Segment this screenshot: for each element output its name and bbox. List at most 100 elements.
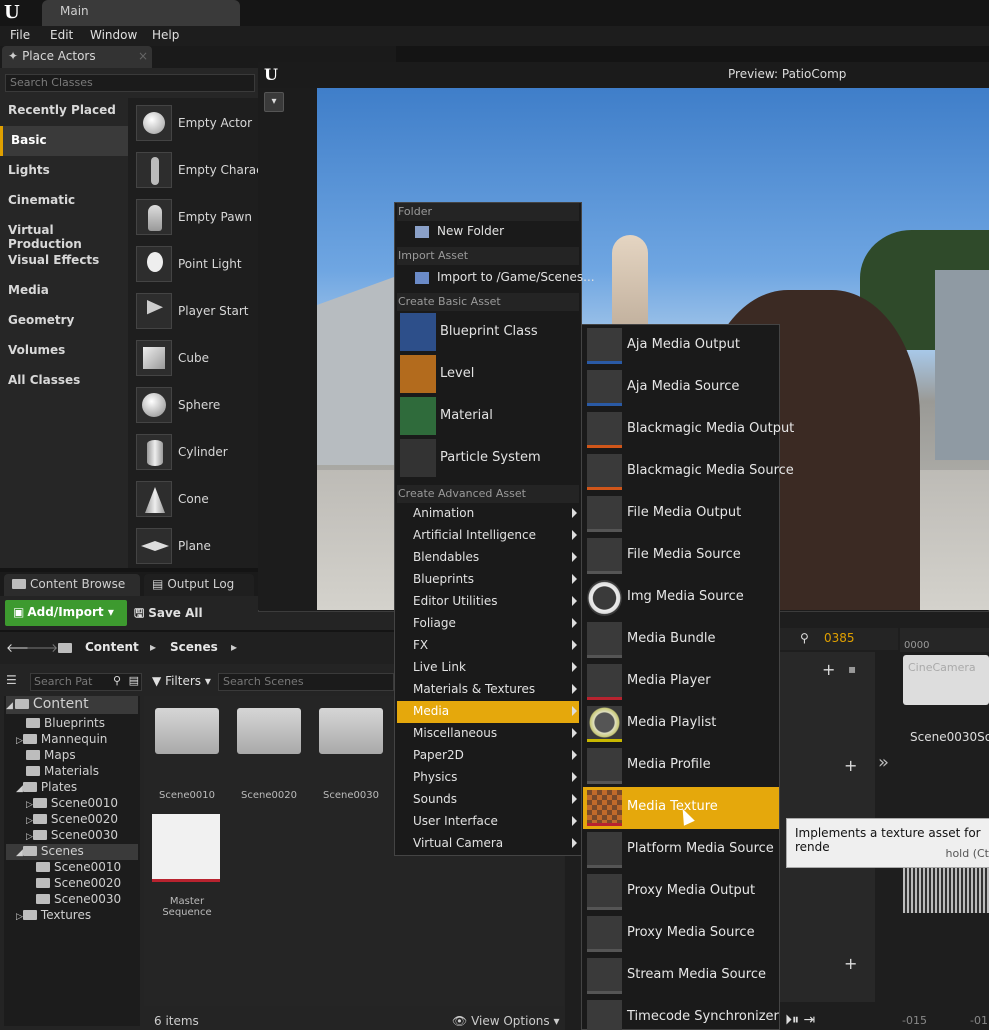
add-track-icon[interactable]: + [844,954,857,973]
actor-point-light[interactable]: Point Light [136,244,258,284]
submenu-proxy-media-output[interactable]: Proxy Media Output [583,871,779,913]
menu-materials-textures[interactable]: Materials & Textures [397,679,579,701]
camera-clip[interactable]: CineCamera [903,655,989,705]
tree-item-scenes[interactable]: ◢ Scenes [6,844,138,860]
menu-artificial-intelligence[interactable]: Artificial Intelligence [397,525,579,547]
menu-file[interactable]: File [10,28,30,42]
asset-folder[interactable]: Scene0030 [318,708,384,801]
forward-arrow-icon[interactable]: 🡒 [26,640,58,655]
add-track-icon[interactable]: + [844,756,857,775]
submenu-img-media-source[interactable]: Img Media Source [583,577,779,619]
menu-fx[interactable]: FX [397,635,579,657]
tree-item-blueprints[interactable]: Blueprints [26,716,105,732]
tree-item-scenes-scene0020[interactable]: Scene0020 [36,876,121,892]
menu-level[interactable]: Level [397,353,579,395]
viewport-options-button[interactable]: ▾ [264,92,284,112]
add-track-icon[interactable]: + [822,660,835,679]
tree-item-plates-scene0010[interactable]: ▷ Scene0010 [26,796,118,812]
breadcrumb-separator-icon[interactable]: ▸ [150,640,156,654]
menu-paper2d[interactable]: Paper2D [397,745,579,767]
menu-blendables[interactable]: Blendables [397,547,579,569]
menu-miscellaneous[interactable]: Miscellaneous [397,723,579,745]
tree-item-materials[interactable]: Materials [26,764,99,780]
playback-controls[interactable]: ⏵⏸ ⇥ [785,1012,815,1028]
search-icon[interactable]: ⚲ [800,631,809,645]
menu-physics[interactable]: Physics [397,767,579,789]
submenu-file-media-source[interactable]: File Media Source [583,535,779,577]
category-volumes[interactable]: Volumes [0,336,128,366]
submenu-aja-media-source[interactable]: Aja Media Source [583,367,779,409]
add-import-button[interactable]: ▣ Add/Import ▾ [5,600,127,626]
menu-virtual-camera[interactable]: Virtual Camera [397,833,579,855]
expand-icon[interactable]: ▷ [26,800,33,810]
category-basic[interactable]: Basic [0,126,128,156]
menu-foliage[interactable]: Foliage [397,613,579,635]
category-lights[interactable]: Lights [0,156,128,186]
category-cinematic[interactable]: Cinematic [0,186,128,216]
menu-user-interface[interactable]: User Interface [397,811,579,833]
breadcrumb-separator-icon[interactable]: ▸ [231,640,237,654]
actor-cylinder[interactable]: Cylinder [136,432,258,472]
actor-empty-actor[interactable]: Empty Actor [136,103,258,143]
search-scenes-input[interactable]: Search Scenes [218,673,394,691]
menu-new-folder[interactable]: New Folder [397,221,579,243]
camera-icon[interactable]: ▪ [848,662,856,676]
actor-cone[interactable]: Cone [136,479,258,519]
close-icon[interactable]: × [138,49,148,63]
menu-media[interactable]: Media [397,701,579,723]
breadcrumb-scenes[interactable]: Scenes [170,640,218,654]
menu-edit[interactable]: Edit [50,28,73,42]
submenu-media-profile[interactable]: Media Profile [583,745,779,787]
category-recently-placed[interactable]: Recently Placed [0,96,128,126]
tree-item-content[interactable]: ◢ Content [6,696,138,714]
menu-live-link[interactable]: Live Link [397,657,579,679]
expand-right-icon[interactable]: » [878,752,889,773]
expand-icon[interactable]: ▷ [16,736,23,746]
asset-folder[interactable]: Scene0020 [236,708,302,801]
submenu-blackmagic-media-output[interactable]: Blackmagic Media Output [583,409,794,451]
submenu-aja-media-output[interactable]: Aja Media Output [583,325,779,367]
menu-editor-utilities[interactable]: Editor Utilities [397,591,579,613]
tree-item-scenes-scene0010[interactable]: Scene0010 [36,860,121,876]
save-all-button[interactable]: 🖫 Save All [134,604,203,625]
menu-sounds[interactable]: Sounds [397,789,579,811]
submenu-media-player[interactable]: Media Player [583,661,779,703]
tree-item-plates[interactable]: ◢ Plates [16,780,77,796]
current-frame[interactable]: 0385 [824,631,855,645]
menu-help[interactable]: Help [152,28,179,42]
submenu-proxy-media-source[interactable]: Proxy Media Source [583,913,779,955]
place-actors-tab[interactable]: ✦ Place Actors × [2,46,152,68]
view-options-button[interactable]: 👁 View Options ▾ [452,1014,560,1028]
actor-player-start[interactable]: Player Start [136,291,258,331]
actor-plane[interactable]: Plane [136,526,258,566]
tree-item-textures[interactable]: ▷ Textures [16,908,91,924]
expand-icon[interactable]: ▷ [26,832,33,842]
category-virtual-production[interactable]: Virtual Production [0,216,128,251]
submenu-platform-media-source[interactable]: Platform Media Source [583,829,779,871]
submenu-stream-media-source[interactable]: Stream Media Source [583,955,779,997]
submenu-media-playlist[interactable]: Media Playlist [583,703,779,745]
menu-blueprint-class[interactable]: Blueprint Class [397,311,579,353]
expand-icon[interactable]: ▷ [26,816,33,826]
time-ruler[interactable]: 0000 [900,628,989,652]
category-geometry[interactable]: Geometry [0,306,128,336]
tree-item-plates-scene0020[interactable]: ▷ Scene0020 [26,812,118,828]
submenu-media-bundle[interactable]: Media Bundle [583,619,779,661]
search-classes-input[interactable]: Search Classes [5,74,255,92]
menu-import-to[interactable]: Import to /Game/Scenes... [397,267,595,289]
menu-blueprints[interactable]: Blueprints [397,569,579,591]
actor-sphere[interactable]: Sphere [136,385,258,425]
menu-window[interactable]: Window [90,28,137,42]
category-media[interactable]: Media [0,276,128,306]
collapse-icon[interactable]: ◢ [16,784,23,794]
collapse-icon[interactable]: ◢ [16,848,23,858]
category-all-classes[interactable]: All Classes [0,366,128,396]
tree-item-plates-scene0030[interactable]: ▷ Scene0030 [26,828,118,844]
actor-empty-pawn[interactable]: Empty Pawn [136,197,258,237]
tree-item-maps[interactable]: Maps [26,748,76,764]
category-visual-effects[interactable]: Visual Effects [0,246,128,276]
submenu-media-texture[interactable]: Media Texture [583,787,779,829]
tab-output-log[interactable]: ▤ Output Log [144,574,254,596]
sources-toggle-icon[interactable]: ☰ [6,673,24,691]
menu-material[interactable]: Material [397,395,579,437]
